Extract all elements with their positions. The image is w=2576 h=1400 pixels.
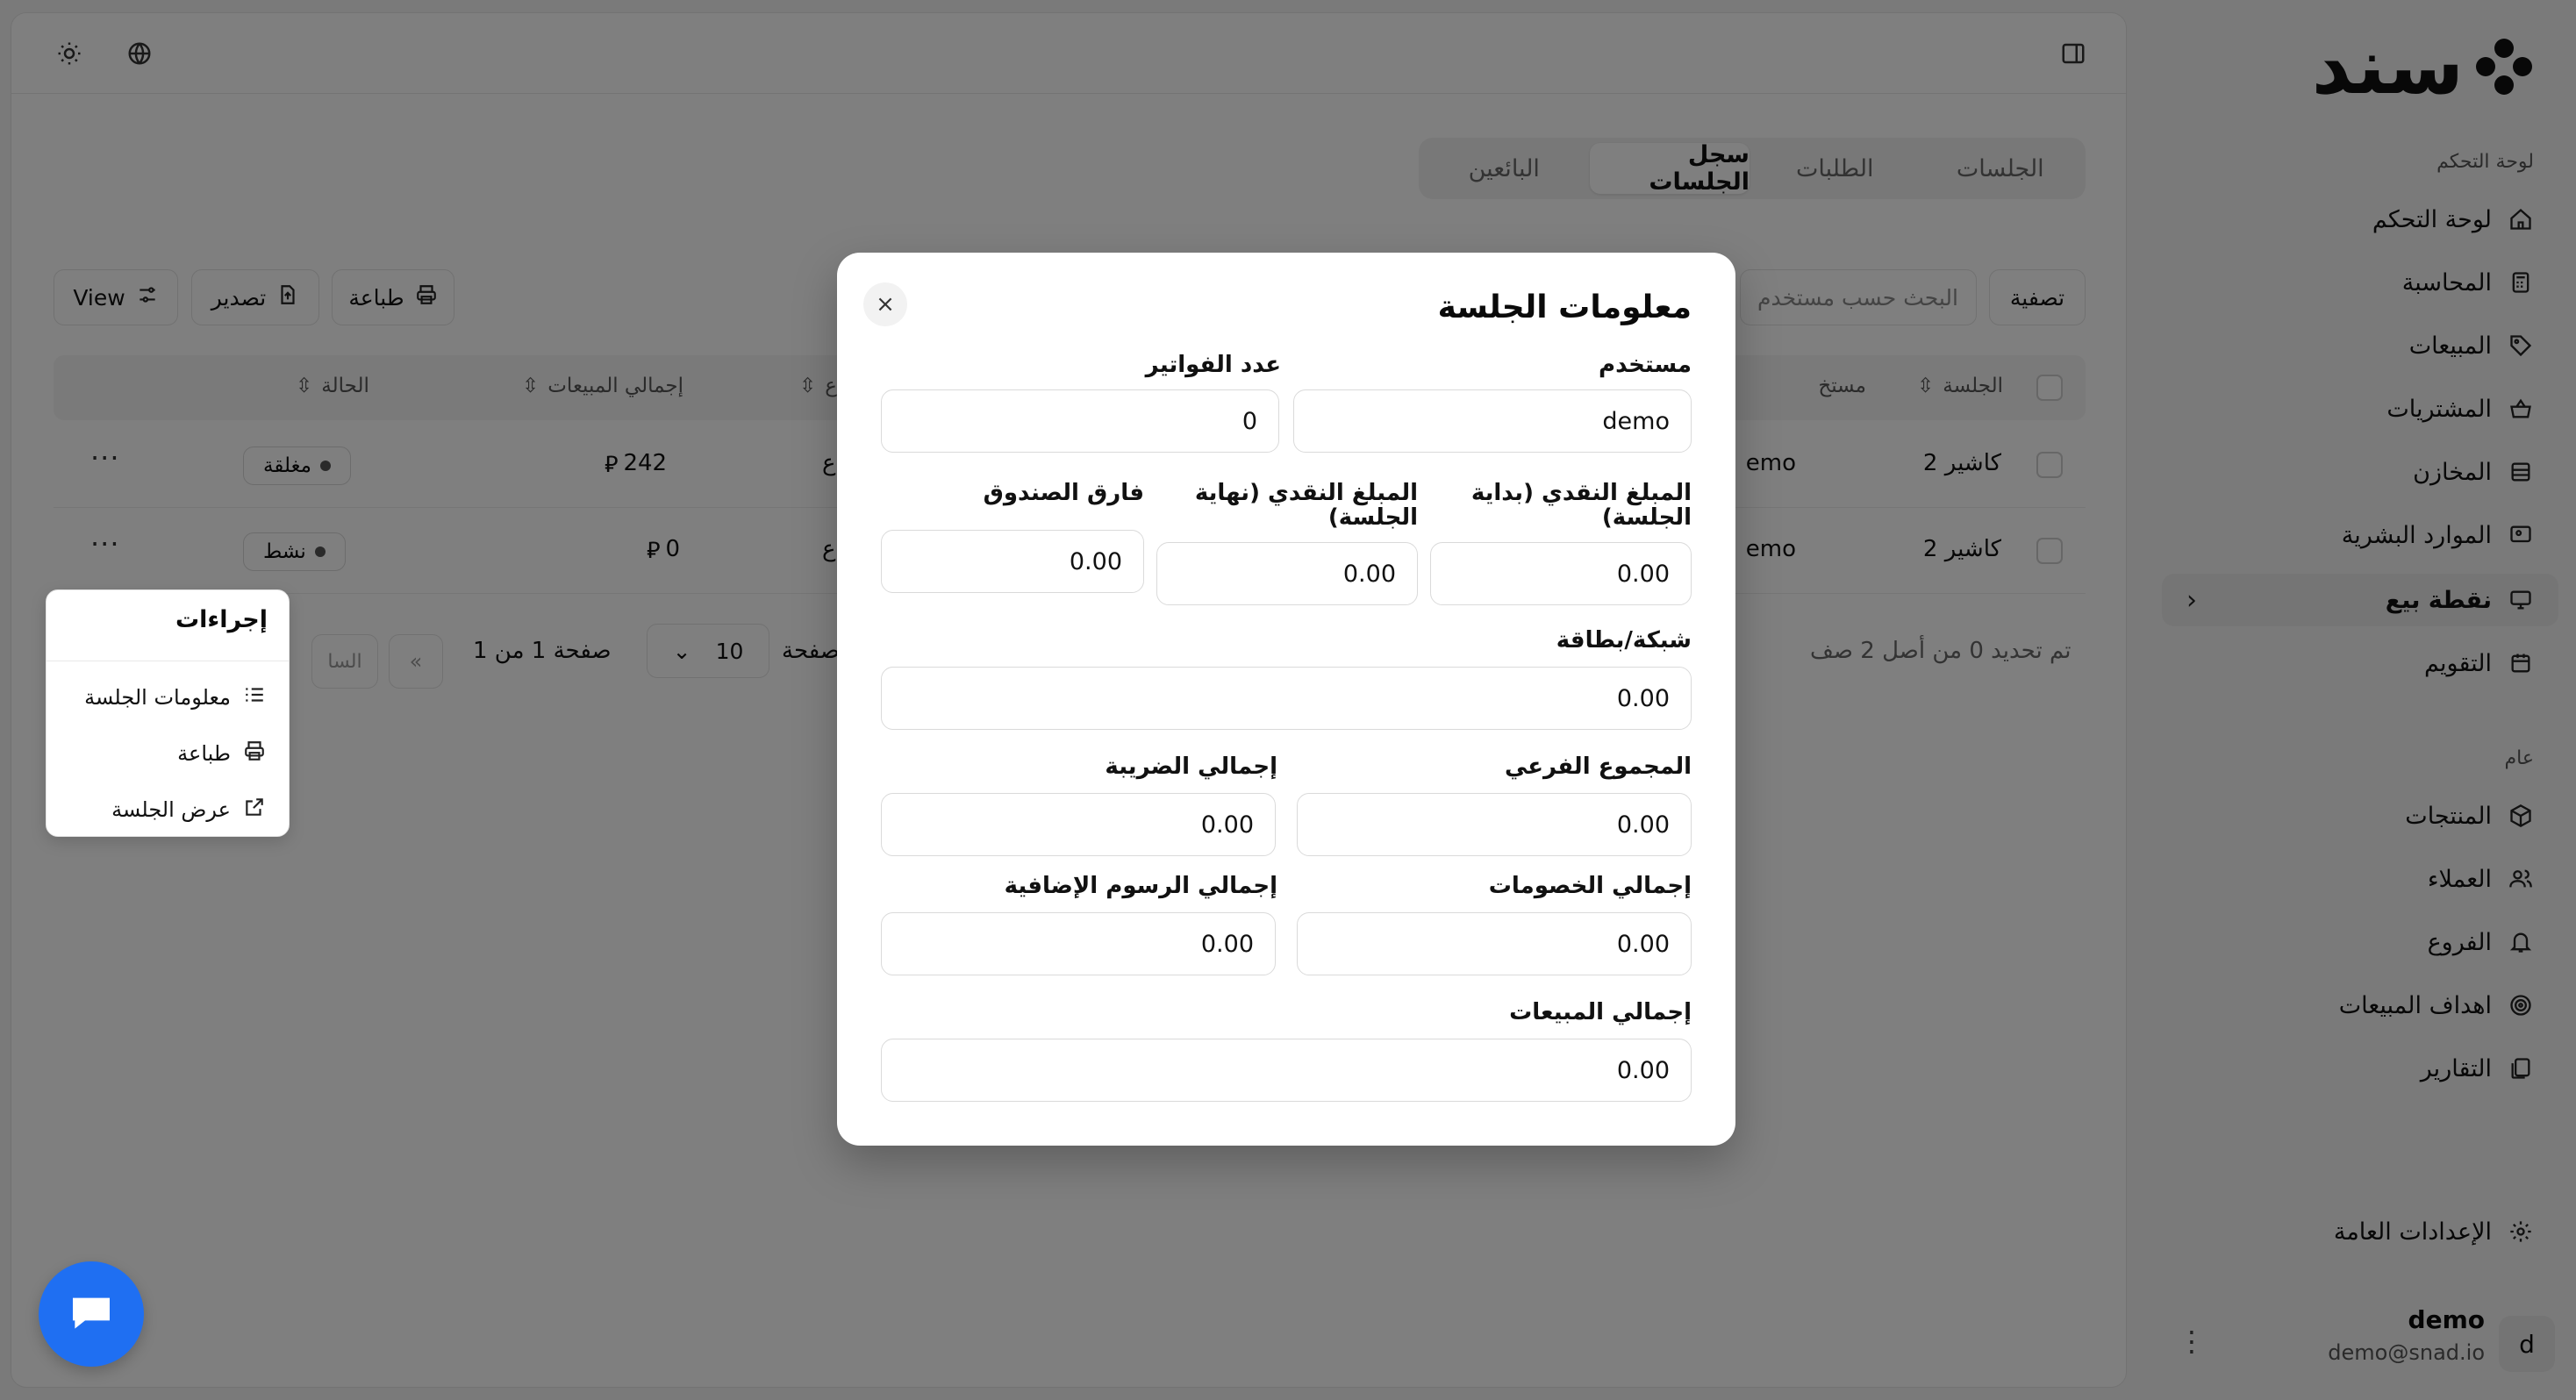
fees-total-field[interactable] (881, 912, 1276, 975)
user-field-label: مستخدم (1599, 352, 1692, 378)
subtotal-label: المجموع الفرعي (1504, 754, 1692, 780)
subtotal-field[interactable] (1297, 793, 1692, 856)
drawer-difference-field[interactable] (881, 530, 1144, 593)
menu-item-label: طباعة (177, 741, 231, 766)
drawer-difference-label: فارق الصندوق (983, 480, 1144, 506)
chat-support-button[interactable] (39, 1261, 144, 1367)
discounts-total-label: إجمالي الخصومات (1488, 873, 1692, 899)
cash-end-label: المبلغ النقدي (نهاية الجلسة) (1194, 480, 1418, 531)
cash-start-field[interactable] (1430, 542, 1692, 605)
menu-item-label: معلومات الجلسة (84, 685, 231, 710)
chat-bubble-icon (67, 1288, 116, 1340)
discounts-total-field[interactable] (1297, 912, 1692, 975)
sales-total-field[interactable] (881, 1039, 1692, 1102)
menu-item-view-session[interactable]: عرض الجلسة (111, 796, 266, 824)
menu-item-label: عرض الجلسة (111, 797, 231, 822)
tax-total-label: إجمالي الضريبة (1105, 754, 1277, 780)
dialog-title: معلومات الجلسة (1437, 289, 1692, 325)
menu-title: إجراءات (175, 606, 268, 633)
menu-item-print[interactable]: طباعة (177, 739, 266, 768)
cash-end-field[interactable] (1156, 542, 1418, 605)
close-button[interactable]: × (863, 282, 907, 326)
fees-total-label: إجمالي الرسوم الإضافية (1004, 873, 1277, 899)
user-field[interactable] (1293, 389, 1692, 453)
invoices-count-field[interactable] (881, 389, 1279, 453)
card-field-label: شبكة/بطاقة (1556, 627, 1692, 654)
printer-icon (243, 739, 266, 768)
tax-total-field[interactable] (881, 793, 1276, 856)
external-link-icon (243, 796, 266, 824)
session-info-dialog: معلومات الجلسة × مستخدم عدد الفواتير الم… (837, 253, 1735, 1146)
list-icon (243, 683, 266, 711)
row-actions-menu: إجراءات معلومات الجلسة طباعة عرض الجلسة (46, 589, 290, 837)
invoices-count-label: عدد الفواتير (1145, 352, 1281, 378)
close-icon: × (876, 291, 895, 318)
cash-start-label: المبلغ النقدي (بداية الجلسة) (1470, 480, 1692, 531)
sales-total-label: إجمالي المبيعات (1509, 999, 1692, 1025)
card-field[interactable] (881, 667, 1692, 730)
menu-item-session-info[interactable]: معلومات الجلسة (84, 683, 266, 711)
